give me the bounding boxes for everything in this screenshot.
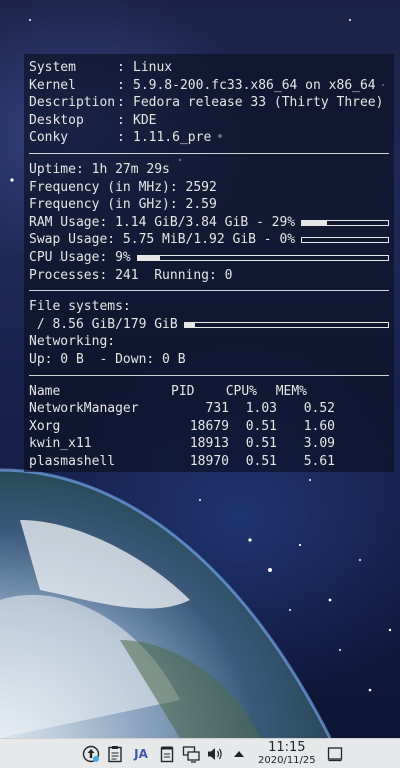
root-fs-bar: [183, 321, 389, 328]
uptime: Uptime: 1h 27m 29s: [29, 161, 170, 177]
ram-usage-text: RAM Usage: 1.14 GiB/3.84 GiB - 29%: [29, 214, 296, 230]
info-key: Desktop: [29, 112, 84, 128]
root-fs-text: / 8.56 GiB/179 GiB: [29, 316, 178, 332]
process-name: NetworkManager: [29, 401, 139, 417]
divider: [29, 290, 389, 292]
show-desktop-icon[interactable]: [326, 745, 344, 763]
ram-usage-row: RAM Usage: 1.14 GiB/3.84 GiB - 29%: [29, 214, 389, 232]
system-row: System: Linux: [29, 60, 173, 75]
info-value: 1.11.6_pre: [133, 130, 212, 146]
filesystems-section: File systems: / 8.56 GiB/179 GiB Network…: [29, 298, 389, 368]
process-table: Name PID CPU% MEM% NetworkManager 731 1.03 0.5…: [29, 383, 389, 471]
col-pid: PID: [171, 383, 195, 399]
process-name: Xorg: [29, 418, 61, 434]
info-value: KDE: [133, 112, 157, 128]
swap-usage-text: Swap Usage: 5.75 MiB/1.92 GiB - 0%: [29, 232, 296, 248]
cpu-usage-bar: [136, 254, 389, 261]
process-cpu: 1.03: [245, 401, 277, 417]
clock-time: 11:15: [268, 739, 306, 755]
col-cpu: CPU%: [225, 383, 257, 399]
clipboard-icon[interactable]: [106, 745, 124, 763]
info-value: Fedora release 33 (Thirty Three): [133, 95, 384, 111]
info-key: Conky: [29, 130, 69, 146]
network-traffic: Up: 0 B - Down: 0 B: [29, 351, 186, 367]
process-mem: 1.60: [303, 418, 335, 434]
cpu-usage-text: CPU Usage: 9%: [29, 249, 131, 265]
process-name: plasmashell: [29, 453, 116, 469]
swap-usage-bar: [301, 237, 389, 244]
process-mem: 3.09: [303, 436, 335, 452]
process-row: NetworkManager 731 1.03 0.52: [29, 400, 389, 418]
expand-tray-icon[interactable]: [230, 745, 248, 763]
divider: [29, 374, 389, 376]
frequency-ghz: Frequency (in GHz): 2.59: [29, 197, 217, 213]
process-row: kwin_x11 18913 0.51 3.09: [29, 435, 389, 453]
process-pid: 731: [205, 401, 229, 417]
process-table-header: Name PID CPU% MEM%: [29, 383, 389, 401]
notes-icon[interactable]: [158, 745, 176, 763]
process-mem: 0.52: [303, 401, 335, 417]
networking-title: Networking:: [29, 334, 116, 350]
process-pid: 18679: [189, 418, 229, 434]
description-row: Description: Fedora release 33 (Thirty T…: [29, 95, 384, 111]
info-value: Linux: [133, 60, 173, 75]
conky-version-row: Conky: 1.11.6_pre: [29, 130, 212, 146]
frequency-mhz: Frequency (in MHz): 2592: [29, 179, 217, 195]
digital-clock[interactable]: 11:15 2020/11/25: [258, 741, 316, 767]
desktop-row: Desktop: KDE: [29, 112, 157, 128]
conky-panel: System: Linux Kernel: 5.9.8-200.fc33.x86…: [24, 54, 394, 472]
clock-date: 2020/11/25: [258, 754, 316, 766]
swap-usage-row: Swap Usage: 5.75 MiB/1.92 GiB - 0%: [29, 231, 389, 249]
divider: [29, 152, 389, 154]
input-method-label: JA: [134, 746, 148, 761]
stats-section: Uptime: 1h 27m 29s Frequency (in MHz): 2…: [29, 161, 389, 284]
col-name: Name: [29, 383, 61, 399]
filesystems-title: File systems:: [29, 299, 131, 315]
info-key: Description: [29, 95, 116, 111]
process-name: kwin_x11: [29, 436, 92, 452]
processes-count: Processes: 241 Running: 0: [29, 267, 233, 283]
root-fs-row: / 8.56 GiB/179 GiB: [29, 316, 389, 334]
kernel-row: Kernel: 5.9.8-200.fc33.x86_64 on x86_64: [29, 77, 376, 93]
taskbar: JA 11:15 2020/11/25: [0, 738, 400, 768]
network-icon[interactable]: [182, 745, 200, 763]
info-key: System: [29, 60, 76, 75]
process-cpu: 0.51: [245, 453, 277, 469]
info-value: 5.9.8-200.fc33.x86_64 on x86_64: [133, 77, 376, 93]
col-mem: MEM%: [275, 383, 307, 399]
process-cpu: 0.51: [245, 436, 277, 452]
process-pid: 18913: [189, 436, 229, 452]
volume-icon[interactable]: [206, 745, 224, 763]
process-pid: 18970: [189, 453, 229, 469]
cpu-usage-row: CPU Usage: 9%: [29, 249, 389, 267]
input-method-icon[interactable]: JA: [130, 745, 152, 763]
process-cpu: 0.51: [245, 418, 277, 434]
update-icon[interactable]: [82, 745, 100, 763]
process-row: plasmashell 18970 0.51 5.61: [29, 453, 389, 471]
ram-usage-bar: [301, 219, 389, 226]
info-key: Kernel: [29, 77, 76, 93]
process-row: Xorg 18679 0.51 1.60: [29, 418, 389, 436]
process-mem: 5.61: [303, 453, 335, 469]
system-info: System: Linux Kernel: 5.9.8-200.fc33.x86…: [29, 59, 389, 147]
